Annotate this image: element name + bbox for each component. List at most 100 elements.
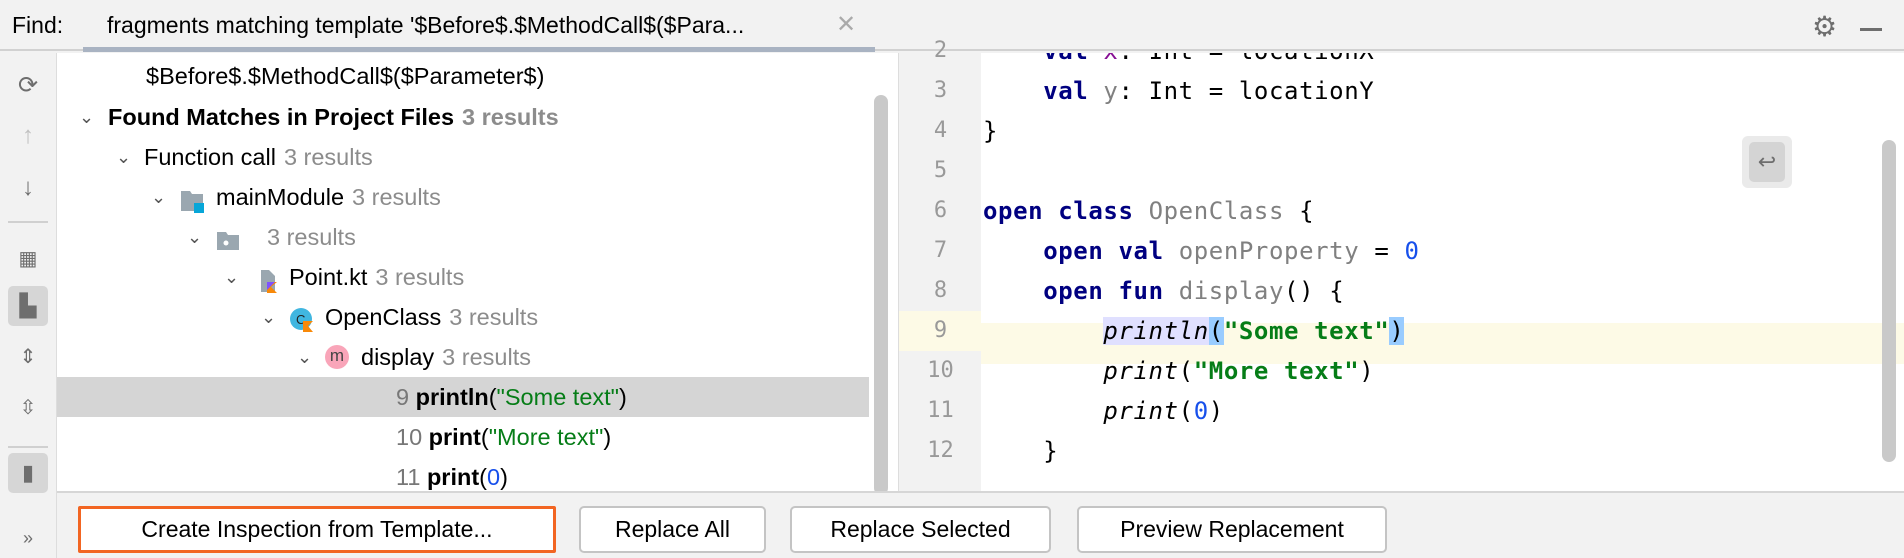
chevron-down-icon[interactable]: ⌄ bbox=[297, 337, 312, 377]
tree-node-file[interactable]: ⌄ Point.kt 3 results bbox=[57, 257, 869, 297]
paren: ) bbox=[500, 464, 508, 490]
tab-find-results[interactable]: fragments matching template '$Before$.$M… bbox=[107, 12, 744, 39]
collapse-all-icon[interactable]: ⇳ bbox=[8, 387, 48, 427]
line-number: 10 bbox=[927, 358, 954, 383]
minus-icon[interactable] bbox=[1860, 28, 1882, 31]
code-line-9: println("Some text") bbox=[1103, 317, 1405, 345]
tree-node-method[interactable]: ⌄ m display 3 results bbox=[57, 337, 869, 377]
tree-node-module[interactable]: ⌄ mainModule 3 results bbox=[57, 177, 869, 217]
line-number: 5 bbox=[933, 158, 948, 183]
kotlin-class-icon: C bbox=[289, 305, 313, 332]
arrow-down-icon[interactable]: ↓ bbox=[8, 168, 48, 208]
code-line-8: open fun display() { bbox=[1043, 277, 1345, 305]
left-toolbar: ⟳ ↑ ↓ ▦ ▙ ⇕ ⇳ ▮ » bbox=[0, 53, 57, 558]
module-settings-icon[interactable]: ▙ bbox=[8, 286, 48, 326]
code-line-6: open class OpenClass { bbox=[983, 197, 1315, 225]
refresh-icon[interactable]: ⟳ bbox=[8, 65, 48, 105]
node-count: 3 results bbox=[375, 264, 465, 290]
paren: ) bbox=[619, 384, 627, 410]
code-line-12: } bbox=[1043, 437, 1059, 465]
node-count: 3 results bbox=[462, 104, 559, 130]
match-call: print bbox=[426, 464, 480, 490]
active-tab-indicator bbox=[83, 47, 875, 52]
template-text: $Before$.$MethodCall$($Parameter$) bbox=[146, 63, 545, 89]
editor-scrollbar[interactable] bbox=[1882, 140, 1896, 462]
line-number: 2 bbox=[933, 38, 948, 63]
kotlin-file-icon bbox=[255, 265, 279, 293]
line-number: 7 bbox=[933, 238, 948, 263]
find-label: Find: bbox=[12, 12, 64, 38]
replace-selected-button[interactable]: Replace Selected bbox=[790, 506, 1051, 553]
match-line: 9 bbox=[396, 384, 410, 410]
node-label: Found Matches in Project Files bbox=[108, 104, 455, 130]
preview-replacement-button[interactable]: Preview Replacement bbox=[1077, 506, 1387, 553]
match-line: 11 bbox=[396, 464, 421, 490]
chevron-down-icon[interactable]: ⌄ bbox=[261, 297, 276, 337]
arrow-up-icon[interactable]: ↑ bbox=[8, 116, 48, 156]
match-row[interactable]: 9 println("Some text") bbox=[57, 377, 869, 417]
preview-icon[interactable]: ▮ bbox=[8, 453, 48, 493]
match-call: println bbox=[415, 384, 489, 410]
package-icon bbox=[216, 225, 240, 250]
line-gutter: 2 3 4 5 6 7 8 9 10 11 12 bbox=[898, 38, 982, 491]
soft-wrap-button[interactable]: ↩ bbox=[1742, 136, 1792, 188]
chevron-down-icon[interactable]: ⌄ bbox=[187, 217, 202, 257]
group-by-icon[interactable]: ▦ bbox=[8, 238, 48, 278]
line-number: 8 bbox=[933, 278, 948, 303]
line-number: 6 bbox=[933, 198, 948, 223]
paren: ) bbox=[603, 424, 612, 450]
create-inspection-button[interactable]: Create Inspection from Template... bbox=[78, 506, 556, 553]
node-count: 3 results bbox=[267, 224, 356, 250]
match-row[interactable]: 10 print("More text") bbox=[57, 417, 869, 457]
line-number: 3 bbox=[933, 78, 948, 103]
chevron-down-icon[interactable]: ⌄ bbox=[79, 97, 94, 137]
tree-node-class[interactable]: ⌄ C OpenClass 3 results bbox=[57, 297, 869, 337]
soft-wrap-icon: ↩ bbox=[1749, 142, 1785, 182]
line-number: 12 bbox=[927, 438, 954, 463]
node-count: 3 results bbox=[283, 144, 373, 170]
close-icon[interactable]: ✕ bbox=[836, 10, 856, 39]
code-line-7: open val openProperty = 0 bbox=[1043, 237, 1420, 265]
tree-node-found[interactable]: ⌄ Found Matches in Project Files 3 results bbox=[57, 97, 869, 137]
match-arg: "More text" bbox=[488, 424, 604, 450]
node-count: 3 results bbox=[449, 304, 539, 330]
gear-icon[interactable]: ⚙ bbox=[1812, 10, 1837, 43]
node-label: Function call bbox=[144, 144, 276, 170]
line-number: 11 bbox=[927, 398, 954, 423]
node-label: OpenClass bbox=[325, 304, 442, 330]
node-count: 3 results bbox=[442, 344, 531, 370]
results-tree: $Before$.$MethodCall$($Parameter$) ⌄ Foun… bbox=[57, 53, 898, 491]
match-arg: 0 bbox=[486, 464, 501, 490]
code-preview[interactable]: val x: Int = locationX val y: Int = loca… bbox=[981, 53, 1904, 491]
tree-scrollbar[interactable] bbox=[874, 95, 888, 495]
expand-all-icon[interactable]: ⇕ bbox=[8, 336, 48, 376]
node-label: display bbox=[361, 344, 435, 370]
tree-node-package[interactable]: ⌄ 3 results bbox=[57, 217, 869, 257]
module-icon bbox=[180, 185, 204, 213]
chevron-down-icon[interactable]: ⌄ bbox=[116, 137, 131, 177]
match-call: print bbox=[428, 424, 481, 450]
replace-all-button[interactable]: Replace All bbox=[579, 506, 766, 553]
node-label: mainModule bbox=[216, 184, 345, 210]
chevron-down-icon[interactable]: ⌄ bbox=[151, 177, 166, 217]
line-number: 9 bbox=[899, 311, 982, 351]
toolbar-divider bbox=[8, 221, 48, 223]
tree-node-function-call[interactable]: ⌄ Function call 3 results bbox=[57, 137, 869, 177]
paren: ( bbox=[480, 424, 489, 450]
code-line-3: val y: Int = locationY bbox=[1043, 77, 1375, 105]
match-row[interactable]: 11 print(0) bbox=[57, 457, 869, 491]
code-line-2: val x: Int = locationX bbox=[983, 53, 1374, 71]
code-line-4: } bbox=[983, 117, 999, 145]
node-count: 3 results bbox=[352, 184, 441, 210]
paren: ( bbox=[479, 464, 487, 490]
method-icon: m bbox=[325, 345, 349, 369]
node-label: Point.kt bbox=[289, 264, 368, 290]
more-icon[interactable]: » bbox=[8, 518, 48, 558]
template-row[interactable]: $Before$.$MethodCall$($Parameter$) bbox=[57, 56, 869, 96]
paren: ( bbox=[488, 384, 497, 410]
match-line: 10 bbox=[396, 424, 423, 450]
toolbar-divider bbox=[8, 446, 48, 448]
chevron-down-icon[interactable]: ⌄ bbox=[224, 257, 239, 297]
code-line-11: print(0) bbox=[1103, 397, 1224, 425]
code-line-10: print("More text") bbox=[1103, 357, 1375, 385]
